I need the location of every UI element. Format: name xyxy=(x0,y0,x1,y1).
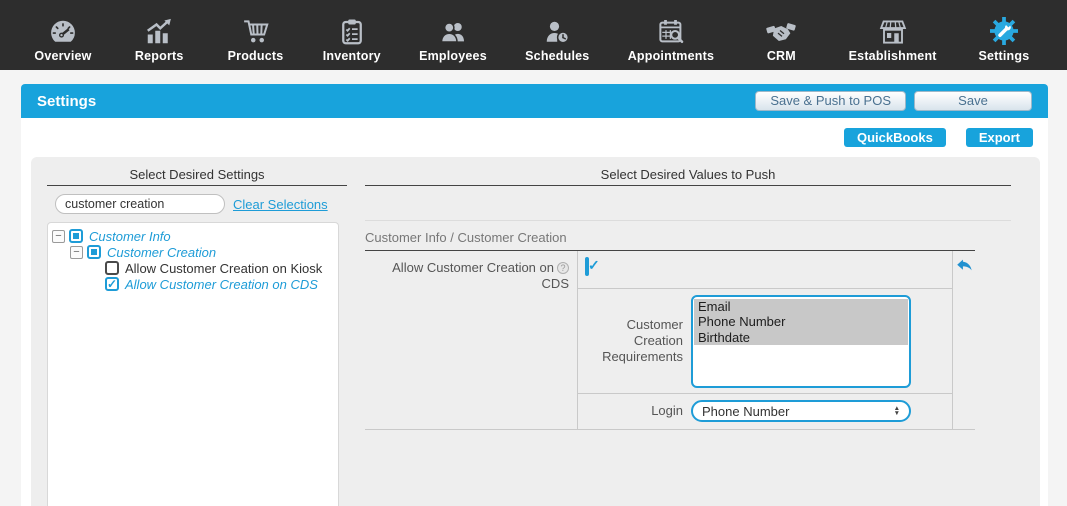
page-title: Settings xyxy=(37,92,97,110)
nav-item-label: Schedules xyxy=(525,49,590,63)
tree-checkbox[interactable] xyxy=(69,229,83,243)
nav-item-employees[interactable]: Employees xyxy=(419,13,487,63)
tree-row[interactable]: Customer Info xyxy=(52,228,334,244)
clear-selections-link[interactable]: Clear Selections xyxy=(233,197,328,212)
values-table: Allow Customer Creation on? CDS ✓ Custom… xyxy=(365,251,975,430)
tree-item-label: Allow Customer Creation on Kiosk xyxy=(125,260,323,276)
nav-item-overview[interactable]: Overview xyxy=(34,13,92,63)
save-and-push-button[interactable]: Save & Push to POS xyxy=(755,91,906,111)
nav-item-label: CRM xyxy=(766,49,796,63)
search-row: Clear Selections xyxy=(55,194,347,214)
settings-panel: Select Desired Settings Clear Selections… xyxy=(31,157,1040,506)
setting-enabled-cell xyxy=(578,251,953,289)
page-title-bar: Settings Save & Push to POS Save xyxy=(21,84,1048,118)
gauge-icon xyxy=(47,13,79,47)
calendar-search-icon xyxy=(655,13,687,47)
login-select-value: Phone Number xyxy=(702,403,790,419)
gear-wrench-icon xyxy=(987,13,1021,47)
listbox-option[interactable]: Email xyxy=(694,298,908,314)
nav-item-label: Overview xyxy=(34,49,92,63)
quickbooks-button[interactable]: QuickBooks xyxy=(843,128,946,147)
bar-chart-icon xyxy=(143,13,175,47)
save-button[interactable]: Save xyxy=(914,91,1032,111)
settings-search-input[interactable] xyxy=(55,194,225,214)
tree-row[interactable]: Allow Customer Creation on CDS xyxy=(52,276,334,292)
nav-item-establishment[interactable]: Establishment xyxy=(849,13,937,63)
login-cell: Login Phone Number xyxy=(578,394,953,429)
allow-cds-checkbox[interactable] xyxy=(585,257,589,276)
right-column-heading: Select Desired Values to Push xyxy=(365,157,1011,186)
nav-item-label: Employees xyxy=(419,49,487,63)
settings-card: Settings Save & Push to POS Save QuickBo… xyxy=(21,84,1048,506)
tree-checkbox[interactable] xyxy=(87,245,101,259)
cart-icon xyxy=(240,13,272,47)
export-button[interactable]: Export xyxy=(965,128,1033,147)
nav-item-reports[interactable]: Reports xyxy=(130,13,188,63)
nav-item-settings[interactable]: Settings xyxy=(975,13,1033,63)
top-nav: Overview Reports Products Inventory Empl… xyxy=(0,0,1067,70)
nav-item-crm[interactable]: CRM xyxy=(752,13,810,63)
person-clock-icon xyxy=(541,13,573,47)
setting-label-line1: Allow Customer Creation on xyxy=(392,260,554,275)
nav-item-appointments[interactable]: Appointments xyxy=(628,13,714,63)
left-column-heading: Select Desired Settings xyxy=(47,157,347,186)
nav-item-label: Products xyxy=(227,49,284,63)
nav-item-label: Settings xyxy=(978,49,1030,63)
toolbar-row: QuickBooks Export xyxy=(21,118,1048,157)
nav-item-label: Inventory xyxy=(322,49,381,63)
handshake-icon xyxy=(765,13,797,47)
nav-item-products[interactable]: Products xyxy=(227,13,285,63)
tree-item-label: Allow Customer Creation on CDS xyxy=(125,276,318,292)
revert-cell xyxy=(953,251,975,289)
collapse-toggle-icon[interactable] xyxy=(52,229,65,243)
requirements-listbox[interactable]: Email Phone Number Birthdate xyxy=(691,294,911,388)
login-label: Login xyxy=(651,403,683,418)
collapse-toggle-icon[interactable] xyxy=(70,245,83,259)
requirements-cell: Customer Creation Requirements Email Phone … xyxy=(578,289,953,394)
tree-item-label: Customer Creation xyxy=(107,244,217,260)
tree-row[interactable]: Customer Creation xyxy=(52,244,334,260)
nav-item-label: Establishment xyxy=(848,49,937,63)
nav-item-inventory[interactable]: Inventory xyxy=(323,13,381,63)
nav-item-label: Appointments xyxy=(627,49,715,63)
nav-item-label: Reports xyxy=(134,49,184,63)
storefront-icon xyxy=(877,13,909,47)
tree-row[interactable]: Allow Customer Creation on Kiosk xyxy=(52,260,334,276)
listbox-option[interactable]: Phone Number xyxy=(694,314,908,330)
listbox-option[interactable]: Birthdate xyxy=(694,329,908,345)
select-stepper-icon xyxy=(894,406,900,416)
section-breadcrumb: Customer Info / Customer Creation xyxy=(365,221,975,251)
undo-icon[interactable] xyxy=(954,256,975,278)
right-column: Select Desired Values to Push Customer I… xyxy=(347,157,1040,506)
tree-item-label: Customer Info xyxy=(89,228,171,244)
setting-name-cell: Allow Customer Creation on? CDS xyxy=(365,251,578,291)
left-column: Select Desired Settings Clear Selections… xyxy=(31,157,347,506)
tree-checkbox[interactable] xyxy=(105,261,119,275)
login-select[interactable]: Phone Number xyxy=(691,400,911,422)
clipboard-icon xyxy=(336,13,368,47)
people-icon xyxy=(437,13,469,47)
requirements-label: Customer Creation Requirements xyxy=(602,317,683,364)
tree-checkbox[interactable] xyxy=(105,277,119,291)
nav-item-schedules[interactable]: Schedules xyxy=(525,13,589,63)
settings-tree: Customer Info Customer Creation Allow Cu… xyxy=(47,222,339,506)
help-icon[interactable]: ? xyxy=(557,262,569,274)
